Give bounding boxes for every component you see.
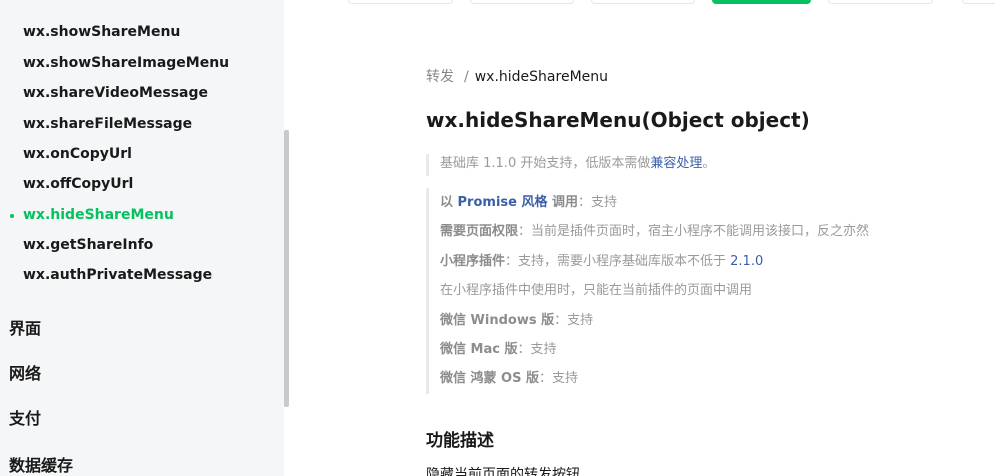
sidebar-group-ui[interactable]: 界面 — [9, 315, 41, 339]
prop-harmony-label: 微信 鸿蒙 OS 版 — [440, 371, 539, 387]
header-button-3[interactable] — [591, 0, 695, 4]
sidebar-scrollbar[interactable] — [284, 130, 289, 407]
prop-windows-value: ：支持 — [554, 312, 594, 328]
breadcrumb: 转发 / wx.hideShareMenu — [426, 66, 608, 86]
header-button-6[interactable] — [962, 0, 995, 4]
promise-style-link[interactable]: Promise 风格 — [458, 195, 548, 210]
sidebar-item-showsharemenu[interactable]: wx.showShareMenu — [23, 24, 180, 40]
prop-promise-value: ：支持 — [578, 195, 618, 210]
support-note-suffix: 。 — [702, 156, 716, 171]
prop-windows: 微信 Windows 版：支持 — [440, 306, 869, 335]
prop-permission: 需要页面权限：当前是插件页面时，宿主小程序不能调用该接口，反之亦然 — [440, 217, 869, 246]
prop-mac: 微信 Mac 版：支持 — [440, 335, 869, 364]
sidebar-item-offcopyurl[interactable]: wx.offCopyUrl — [23, 176, 133, 192]
active-indicator-dot — [10, 214, 14, 218]
header-button-2[interactable] — [470, 0, 574, 4]
header-button-1[interactable] — [348, 0, 453, 4]
breadcrumb-parent-link[interactable]: 转发 — [426, 69, 454, 85]
compat-link[interactable]: 兼容处理 — [650, 156, 702, 171]
sidebar-item-getshareinfo[interactable]: wx.getShareInfo — [23, 237, 153, 253]
prop-promise-middle: 调用 — [547, 195, 579, 210]
top-header-strip — [284, 0, 995, 22]
section-title-description: 功能描述 — [426, 431, 494, 451]
page-title: wx.hideShareMenu(Object object) — [426, 108, 810, 132]
sidebar-item-sharevideomessage[interactable]: wx.shareVideoMessage — [23, 85, 208, 101]
support-note-text: 基础库 1.1.0 开始支持，低版本需做兼容处理。 — [440, 154, 715, 174]
sidebar-group-storage[interactable]: 数据缓存 — [9, 452, 73, 476]
description-text: 隐藏当前页面的转发按钮 — [426, 467, 580, 476]
prop-permission-value: ：当前是插件页面时，宿主小程序不能调用该接口，反之亦然 — [518, 224, 870, 240]
prop-mac-value: ：支持 — [517, 341, 557, 357]
prop-permission-label: 需要页面权限 — [440, 224, 519, 240]
plugin-version-link[interactable]: 2.1.0 — [730, 254, 763, 269]
sidebar-item-oncopyurl[interactable]: wx.onCopyUrl — [23, 146, 132, 162]
prop-plugin-value: ：支持，需要小程序基础库版本不低于 — [505, 253, 731, 269]
header-button-primary[interactable] — [712, 0, 811, 4]
sidebar-nav: wx.showShareMenu wx.showShareImageMenu w… — [0, 0, 284, 476]
sidebar-item-sharefilemessage[interactable]: wx.shareFileMessage — [23, 116, 192, 132]
doc-content: 转发 / wx.hideShareMenu wx.hideShareMenu(Obj… — [290, 22, 995, 476]
prop-harmony-value: ：支持 — [539, 371, 579, 387]
prop-windows-label: 微信 Windows 版 — [440, 312, 555, 328]
prop-mac-label: 微信 Mac 版 — [440, 341, 518, 357]
prop-promise-prefix: 以 — [440, 195, 458, 210]
prop-plugin-label: 小程序插件 — [440, 253, 506, 269]
sidebar-item-label: wx.hideShareMenu — [23, 207, 174, 223]
sidebar-item-showshareimagemenu[interactable]: wx.showShareImageMenu — [23, 55, 229, 71]
prop-harmony: 微信 鸿蒙 OS 版：支持 — [440, 364, 869, 393]
sidebar-group-payment[interactable]: 支付 — [9, 405, 41, 429]
sidebar-item-hidesharemenu[interactable]: wx.hideShareMenu — [10, 207, 174, 223]
api-properties: 以 Promise 风格 调用：支持 需要页面权限：当前是插件页面时，宿主小程序… — [426, 188, 869, 394]
prop-plugin: 小程序插件：支持，需要小程序基础库版本不低于 2.1.0 — [440, 247, 869, 276]
support-note-prefix: 基础库 1.1.0 开始支持，低版本需做 — [440, 156, 651, 171]
support-note: 基础库 1.1.0 开始支持，低版本需做兼容处理。 — [426, 154, 715, 176]
header-button-5[interactable] — [828, 0, 933, 4]
prop-plugin-note: 在小程序插件中使用时，只能在当前插件的页面中调用 — [440, 283, 753, 299]
breadcrumb-current: wx.hideShareMenu — [474, 69, 609, 85]
sidebar-item-authprivatemessage[interactable]: wx.authPrivateMessage — [23, 267, 212, 283]
sidebar-group-network[interactable]: 网络 — [9, 360, 41, 384]
prop-promise: 以 Promise 风格 调用：支持 — [440, 188, 869, 217]
breadcrumb-separator: / — [464, 69, 469, 85]
